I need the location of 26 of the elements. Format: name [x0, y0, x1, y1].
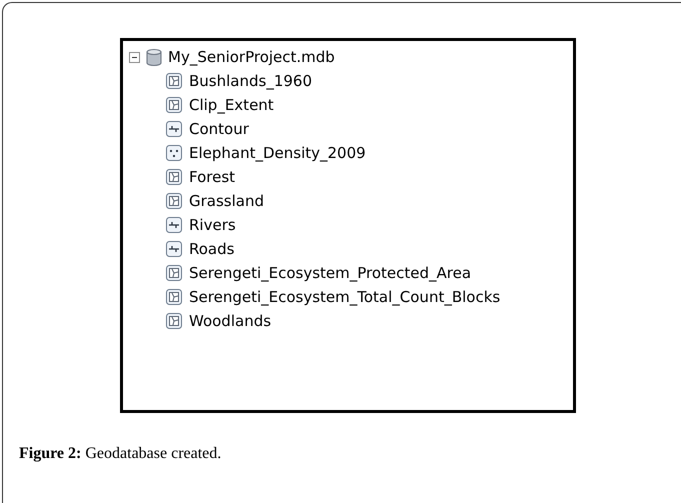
polygon-layer-icon	[166, 313, 182, 329]
polygon-layer-icon	[166, 193, 182, 209]
database-label[interactable]: My_SeniorProject.mdb	[168, 46, 335, 68]
layer-label[interactable]: Clip_Extent	[189, 94, 274, 116]
line-layer-icon	[166, 121, 182, 137]
layer-label[interactable]: Serengeti_Ecosystem_Protected_Area	[189, 262, 472, 284]
layer-label[interactable]: Woodlands	[189, 310, 272, 332]
collapse-icon[interactable]	[129, 52, 140, 62]
layer-label[interactable]: Serengeti_Ecosystem_Total_Count_Blocks	[189, 286, 500, 308]
layer-label[interactable]: Bushlands_1960	[189, 70, 312, 92]
polygon-layer-icon	[166, 73, 182, 89]
line-layer-icon	[166, 241, 182, 257]
layer-label[interactable]: Contour	[189, 118, 249, 140]
layer-label[interactable]: Roads	[189, 238, 234, 260]
polygon-layer-icon	[166, 265, 182, 281]
polygon-layer-icon	[166, 169, 182, 185]
polygon-layer-icon	[166, 289, 182, 305]
polygon-layer-icon	[166, 97, 182, 113]
layer-label[interactable]: Grassland	[189, 190, 264, 212]
layer-label[interactable]: Rivers	[189, 214, 236, 236]
layer-label[interactable]: Elephant_Density_2009	[189, 142, 366, 164]
layer-label[interactable]: Forest	[189, 166, 236, 188]
figure-caption: Figure 2: Geodatabase created.	[19, 444, 222, 464]
database-icon	[146, 48, 162, 66]
line-layer-icon	[166, 217, 182, 233]
point-layer-icon	[166, 145, 182, 161]
